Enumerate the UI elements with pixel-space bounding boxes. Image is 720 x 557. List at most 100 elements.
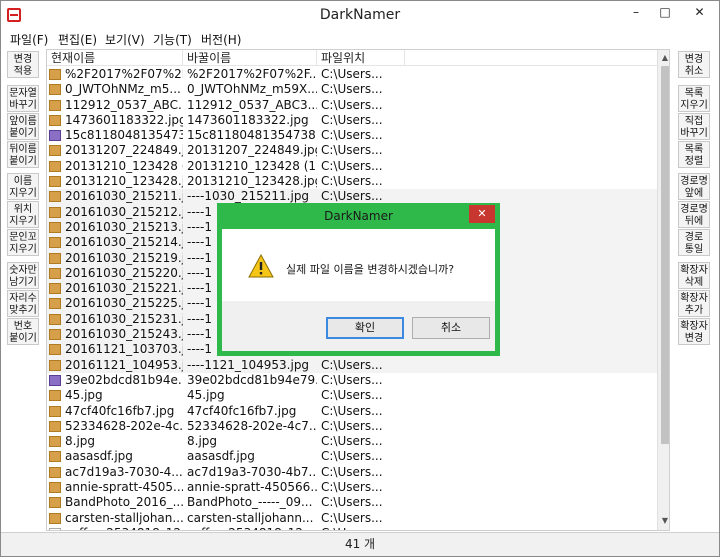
table-row[interactable]: 8.jpg 8.jpg C:\Users... [47, 434, 657, 449]
cancel-changes-button[interactable]: 변경 취소 [678, 51, 710, 78]
apply-changes-button[interactable]: 변경 적용 [7, 51, 39, 78]
change-extension-button[interactable]: 확장자 변경 [678, 318, 710, 345]
cell-current-name: BandPhoto_2016_... [65, 495, 183, 510]
ok-button[interactable]: 확인 [326, 317, 404, 339]
scroll-down-icon[interactable]: ▼ [660, 516, 669, 526]
table-row[interactable]: annie-spratt-4505... annie-spratt-450566.… [47, 480, 657, 495]
scroll-up-icon[interactable]: ▲ [660, 53, 669, 63]
cell-new-name: coffee-2534818_12... [187, 526, 317, 530]
table-row[interactable]: BandPhoto_2016_... BandPhoto_-----_09... C… [47, 495, 657, 510]
file-icon [49, 527, 61, 530]
jpg-file-icon [49, 160, 61, 172]
button-label: 확장자 추가 [680, 293, 708, 316]
cell-current-name: 20161030_215219.jpg [65, 250, 183, 265]
table-row[interactable]: coffee-2534818_12... coffee-2534818_12...… [47, 526, 657, 530]
add-number-button[interactable]: 번호 붙이기 [7, 318, 39, 345]
menu-view[interactable]: 보기(V) [105, 31, 145, 48]
cell-current-name: aasasdf.jpg [65, 449, 133, 464]
button-label: 앞이름 붙이기 [9, 116, 37, 139]
cell-current-name: 0_JWTOhNMz_m5... [65, 82, 181, 97]
column-new-name[interactable]: 바꿀이름 [183, 50, 317, 66]
menu-version[interactable]: 버전(H) [201, 31, 241, 48]
status-bar: 41 개 [1, 532, 719, 556]
button-label: 자리수 맞추기 [9, 293, 37, 316]
cell-current-name: carsten-stalljohan... [65, 510, 183, 525]
jpg-file-icon [49, 69, 61, 80]
table-row[interactable]: 0_JWTOhNMz_m5... 0_JWTOhNMz_m59X... C:\Use… [47, 82, 657, 97]
jpg-file-icon [49, 405, 61, 417]
add-extension-button[interactable]: 확장자 추가 [678, 290, 710, 317]
path-suffix-button[interactable]: 경로명 뒤에 [678, 201, 710, 228]
cell-new-name: 112912_0537_ABC3... [187, 97, 317, 112]
maximize-icon[interactable]: □ [651, 1, 679, 23]
cell-new-name: 0_JWTOhNMz_m59X... [187, 82, 317, 97]
cell-current-name: 52334628-202e-4c... [65, 418, 183, 433]
table-row[interactable]: 1473601183322.jpg 1473601183322.jpg C:\Use… [47, 113, 657, 128]
cell-current-name: 8.jpg [65, 434, 96, 449]
table-row[interactable]: aasasdf.jpg aasasdf.jpg C:\Users... [47, 449, 657, 464]
minimize-icon[interactable]: – [622, 1, 650, 23]
unify-path-button[interactable]: 경로 통일 [678, 229, 710, 256]
cell-current-name: 20161121_104953.jpg [65, 357, 183, 372]
table-row[interactable]: 20131210_123428 (... 20131210_123428 (1).… [47, 159, 657, 174]
cell-current-name: annie-spratt-4505... [65, 480, 183, 495]
button-label: 숫자만 남기기 [9, 265, 37, 288]
cell-path: C:\Users... [321, 112, 383, 127]
cell-path: C:\Users... [321, 97, 383, 112]
warning-icon [248, 254, 274, 278]
table-row[interactable]: 47cf40fc16fb7.jpg 47cf40fc16fb7.jpg C:\Use… [47, 404, 657, 419]
dialog-close-icon[interactable]: ✕ [469, 205, 495, 223]
direct-rename-button[interactable]: 직접 바꾸기 [678, 113, 710, 140]
menu-tools[interactable]: 기능(T) [153, 31, 192, 48]
pad-digits-button[interactable]: 자리수 맞추기 [7, 290, 39, 317]
cell-path: C:\Users... [321, 403, 383, 418]
cell-path: C:\Users... [321, 434, 383, 449]
cell-current-name: %2F2017%2F07%2F... [65, 67, 183, 81]
table-row[interactable]: 112912_0537_ABC... 112912_0537_ABC3... C:\… [47, 98, 657, 113]
menu-edit[interactable]: 편집(E) [58, 31, 97, 48]
cell-new-name: 8.jpg [187, 434, 218, 449]
table-row[interactable]: 39e02bdcd81b94e... 39e02bdcd81b94e79... C:… [47, 373, 657, 388]
table-row[interactable]: 20131207_224849.jpg 20131207_224849.jpg C:… [47, 143, 657, 158]
button-label: 목록 정렬 [684, 144, 704, 167]
jpg-file-icon [49, 221, 61, 233]
prefix-name-button[interactable]: 앞이름 붙이기 [7, 113, 39, 140]
table-row[interactable]: %2F2017%2F07%2F... %2F2017%2F07%2F... C:\U… [47, 67, 657, 82]
delete-chars-button[interactable]: 문인꼬 지우기 [7, 229, 39, 256]
delete-extension-button[interactable]: 확장자 삭제 [678, 262, 710, 289]
table-row[interactable]: ac7d19a3-7030-4... ac7d19a3-7030-4b7... C:… [47, 465, 657, 480]
app-window: DarkNamer – □ ✕ 파일(F) 편집(E) 보기(V) 기능(T) … [0, 0, 720, 557]
cell-current-name: 20161030_215220.jpg [65, 265, 183, 280]
table-row[interactable]: carsten-stalljohan... carsten-stalljohann… [47, 511, 657, 526]
table-row[interactable]: 15c8118048135473... 15c81180481354738.gif… [47, 128, 657, 143]
column-file-path[interactable]: 파일위치 [317, 50, 405, 66]
table-row[interactable]: 45.jpg 45.jpg C:\Users... [47, 388, 657, 403]
jpg-file-icon [49, 298, 61, 310]
path-prefix-button[interactable]: 경로명 앞에 [678, 173, 710, 200]
suffix-name-button[interactable]: 뒤이름 붙이기 [7, 141, 39, 168]
delete-position-button[interactable]: 위치 지우기 [7, 201, 39, 228]
cell-new-name: %2F2017%2F07%2F... [187, 67, 317, 81]
table-row[interactable]: 52334628-202e-4c... 52334628-202e-4c7... C… [47, 419, 657, 434]
clear-list-button[interactable]: 목록 지우기 [678, 85, 710, 112]
vertical-scrollbar[interactable]: ▲ ▼ [657, 50, 669, 530]
window-title: DarkNamer [319, 7, 401, 23]
column-current-name[interactable]: 현재이름 [47, 50, 183, 66]
cell-path: C:\Users... [321, 143, 383, 158]
menu-file[interactable]: 파일(F) [10, 31, 48, 48]
button-label: 문인꼬 지우기 [9, 232, 37, 255]
scroll-thumb[interactable] [661, 66, 669, 444]
sort-list-button[interactable]: 목록 정렬 [678, 141, 710, 168]
cancel-button[interactable]: 취소 [412, 317, 490, 339]
jpg-file-icon [49, 512, 61, 524]
dialog-message: 실제 파일 이름을 변경하시겠습니까? [286, 263, 455, 276]
keep-numbers-button[interactable]: 숫자만 남기기 [7, 262, 39, 289]
table-row[interactable]: 20161121_104953.jpg ----1121_104953.jpg C:… [47, 357, 657, 373]
close-icon[interactable]: ✕ [681, 1, 718, 23]
cell-new-name: aasasdf.jpg [187, 449, 255, 464]
cell-new-name: 45.jpg [187, 388, 225, 403]
table-row[interactable]: 20131210_123428.jpg 20131210_123428.jpg C:… [47, 174, 657, 189]
replace-string-button[interactable]: 문자열 바꾸기 [7, 85, 39, 112]
delete-name-button[interactable]: 이름 지우기 [7, 173, 39, 200]
cell-current-name: 20131210_123428.jpg [65, 174, 183, 189]
